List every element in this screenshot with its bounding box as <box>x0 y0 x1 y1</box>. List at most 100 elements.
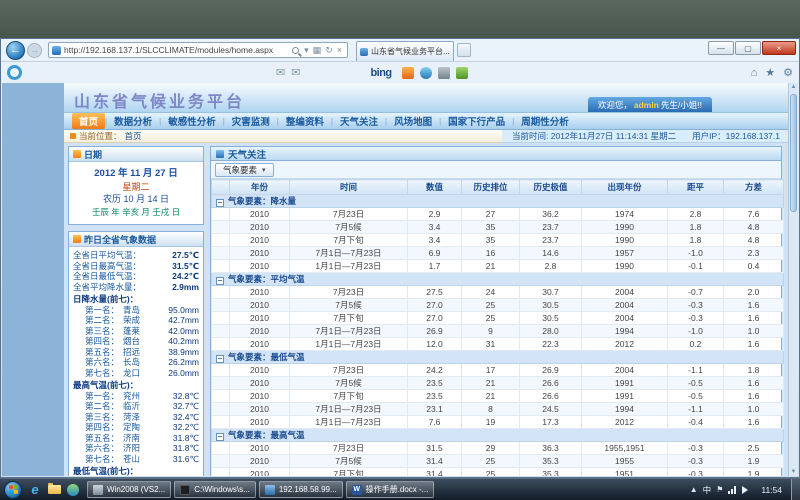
column-header[interactable]: 年份 <box>230 180 290 195</box>
row-select-cell <box>212 364 230 377</box>
scroll-down-icon[interactable]: ▼ <box>789 469 798 475</box>
volume-icon[interactable] <box>742 486 752 494</box>
rank-label: 第一名： <box>85 305 119 316</box>
stats-panel-title: 昨日全省气象数据 <box>84 233 156 246</box>
table-row[interactable]: 20101月1日—7月23日12.03122.320120.21.6 <box>212 338 784 351</box>
table-cell: 0.2 <box>668 338 724 351</box>
table-row[interactable]: 20107月下旬31.42535.31951-0.31.9 <box>212 468 784 477</box>
show-desktop-button[interactable] <box>791 479 800 500</box>
table-row[interactable]: 20107月23日2.92736.219742.87.6 <box>212 208 784 221</box>
table-row[interactable]: 20107月1日—7月23日6.91614.61957-1.02.3 <box>212 247 784 260</box>
close-button[interactable]: × <box>762 41 796 55</box>
table-cell: 2.9 <box>408 208 462 221</box>
toolbar-app-icon-2[interactable] <box>420 67 432 79</box>
column-header[interactable]: 历史排位 <box>462 180 520 195</box>
collapse-icon[interactable]: − <box>216 355 224 363</box>
mail-icon-2[interactable]: ✉ <box>291 66 300 79</box>
table-row[interactable]: 20101月1日—7月23日1.7212.81990-0.10.4 <box>212 260 784 273</box>
collapse-icon[interactable]: − <box>216 433 224 441</box>
nav-item-8[interactable]: 国家下行产品 <box>441 113 512 129</box>
url-text[interactable]: http://192.168.137.1/SLCCLIMATE/modules/… <box>64 45 289 55</box>
nav-item-3[interactable]: 敏感性分析 <box>161 113 223 129</box>
toolbar-app-icon-3[interactable] <box>438 67 450 79</box>
home-icon[interactable]: ⌂ <box>751 67 758 79</box>
row-select-cell <box>212 403 230 416</box>
section-row[interactable]: −气象要素：降水量 <box>212 195 784 208</box>
address-bar[interactable]: http://192.168.137.1/SLCCLIMATE/modules/… <box>48 42 348 58</box>
nav-item-1[interactable]: 首页 <box>72 113 105 129</box>
quicklaunch-explorer-icon[interactable] <box>46 482 62 498</box>
table-row[interactable]: 20107月23日27.52430.72004-0.72.0 <box>212 286 784 299</box>
toolbar-app-icon-4[interactable] <box>456 67 468 79</box>
toolbar-app-icon-1[interactable] <box>402 67 414 79</box>
favorites-star-icon[interactable]: ★ <box>765 66 775 79</box>
new-tab-button[interactable] <box>457 43 471 57</box>
table-row[interactable]: 20107月下旬3.43523.719901.84.8 <box>212 234 784 247</box>
table-row[interactable]: 20107月5候27.02530.52004-0.31.6 <box>212 299 784 312</box>
back-button[interactable]: ← <box>6 41 25 60</box>
scroll-up-icon[interactable]: ▲ <box>789 84 798 90</box>
scrollbar-thumb[interactable] <box>790 94 797 212</box>
element-filter-button[interactable]: 气象要素 ▾ <box>215 163 274 177</box>
language-indicator[interactable]: 中 <box>703 484 712 496</box>
forward-button[interactable]: → <box>27 43 42 58</box>
table-row[interactable]: 20107月1日—7月23日26.9928.01994-1.01.0 <box>212 325 784 338</box>
search-icon[interactable] <box>292 47 299 54</box>
column-header[interactable]: 历史极值 <box>520 180 582 195</box>
taskbar-button-4[interactable]: W操作手册.docx -... <box>346 481 435 498</box>
collapse-icon[interactable]: − <box>216 277 224 285</box>
maximize-button[interactable]: ▢ <box>735 41 761 55</box>
column-header[interactable]: 方差 <box>724 180 784 195</box>
action-center-flag-icon[interactable]: ⚑ <box>716 485 723 494</box>
table-row[interactable]: 20107月5候3.43523.719901.84.8 <box>212 221 784 234</box>
column-header[interactable]: 距平 <box>668 180 724 195</box>
network-icon[interactable] <box>728 486 737 494</box>
taskbar-button-1[interactable]: Win2008 (VS2... <box>87 481 171 498</box>
quicklaunch-ie-icon[interactable]: e <box>27 482 43 498</box>
start-button[interactable] <box>4 481 22 499</box>
column-header[interactable]: 时间 <box>290 180 408 195</box>
section-row[interactable]: −气象要素：最高气温 <box>212 429 784 442</box>
clock[interactable]: 11:54 <box>757 485 786 495</box>
table-row[interactable]: 20107月下旬27.02530.52004-0.31.6 <box>212 312 784 325</box>
address-dropdown-icon[interactable]: ▾ <box>304 45 309 56</box>
table-row[interactable]: 20107月5候23.52126.61991-0.51.6 <box>212 377 784 390</box>
table-row[interactable]: 20101月1日—7月23日7.61917.32012-0.41.6 <box>212 416 784 429</box>
bing-logo[interactable]: bing <box>370 67 391 79</box>
breadcrumb-value[interactable]: 首页 <box>125 130 142 142</box>
refresh-icon[interactable]: ↻ <box>325 45 333 56</box>
quicklaunch-app-icon[interactable] <box>65 482 81 498</box>
table-row[interactable]: 20107月1日—7月23日23.1824.51994-1.11.0 <box>212 403 784 416</box>
taskbar-button-3[interactable]: 192.168.58.99... <box>259 481 343 498</box>
mail-icon[interactable]: ✉ <box>276 66 285 79</box>
section-row[interactable]: −气象要素：平均气温 <box>212 273 784 286</box>
page-logo-icon[interactable] <box>7 65 22 80</box>
collapse-icon[interactable]: − <box>216 199 224 207</box>
table-row[interactable]: 20107月23日31.52936.31955,1951-0.32.5 <box>212 442 784 455</box>
column-header[interactable]: 出现年份 <box>582 180 668 195</box>
nav-item-5[interactable]: 整编资料 <box>279 113 331 129</box>
table-cell: 19 <box>462 416 520 429</box>
nav-item-4[interactable]: 灾害监测 <box>225 113 277 129</box>
compatibility-view-icon[interactable]: ▦ <box>313 45 322 56</box>
browser-tab[interactable]: 山东省气候业务平台... <box>356 41 454 61</box>
nav-item-7[interactable]: 风场地图 <box>387 113 439 129</box>
tray-expand-icon[interactable]: ▲ <box>690 485 698 494</box>
column-header[interactable]: 数值 <box>408 180 462 195</box>
nav-item-2[interactable]: 数据分析 <box>107 113 159 129</box>
table-row[interactable]: 20107月5候31.42535.31955-0.31.9 <box>212 455 784 468</box>
minimize-button[interactable]: — <box>708 41 734 55</box>
table-row[interactable]: 20107月23日24.21726.92004-1.11.8 <box>212 364 784 377</box>
nav-item-9[interactable]: 周期性分析 <box>514 113 576 129</box>
table-cell: 7月1日—7月23日 <box>290 325 408 338</box>
section-row[interactable]: −气象要素：最低气温 <box>212 351 784 364</box>
table-cell: 2010 <box>230 234 290 247</box>
table-cell: 2010 <box>230 468 290 477</box>
taskbar-button-2[interactable]: C:\Windows\s... <box>174 481 256 498</box>
rank-line: 第七名：苍山31.6℃ <box>73 454 199 465</box>
stop-icon[interactable]: × <box>337 45 342 55</box>
vertical-scrollbar[interactable]: ▲ ▼ <box>788 83 798 476</box>
tools-gear-icon[interactable]: ⚙ <box>783 66 793 79</box>
table-row[interactable]: 20107月下旬23.52126.61991-0.51.6 <box>212 390 784 403</box>
nav-item-6[interactable]: 天气关注 <box>333 113 385 129</box>
